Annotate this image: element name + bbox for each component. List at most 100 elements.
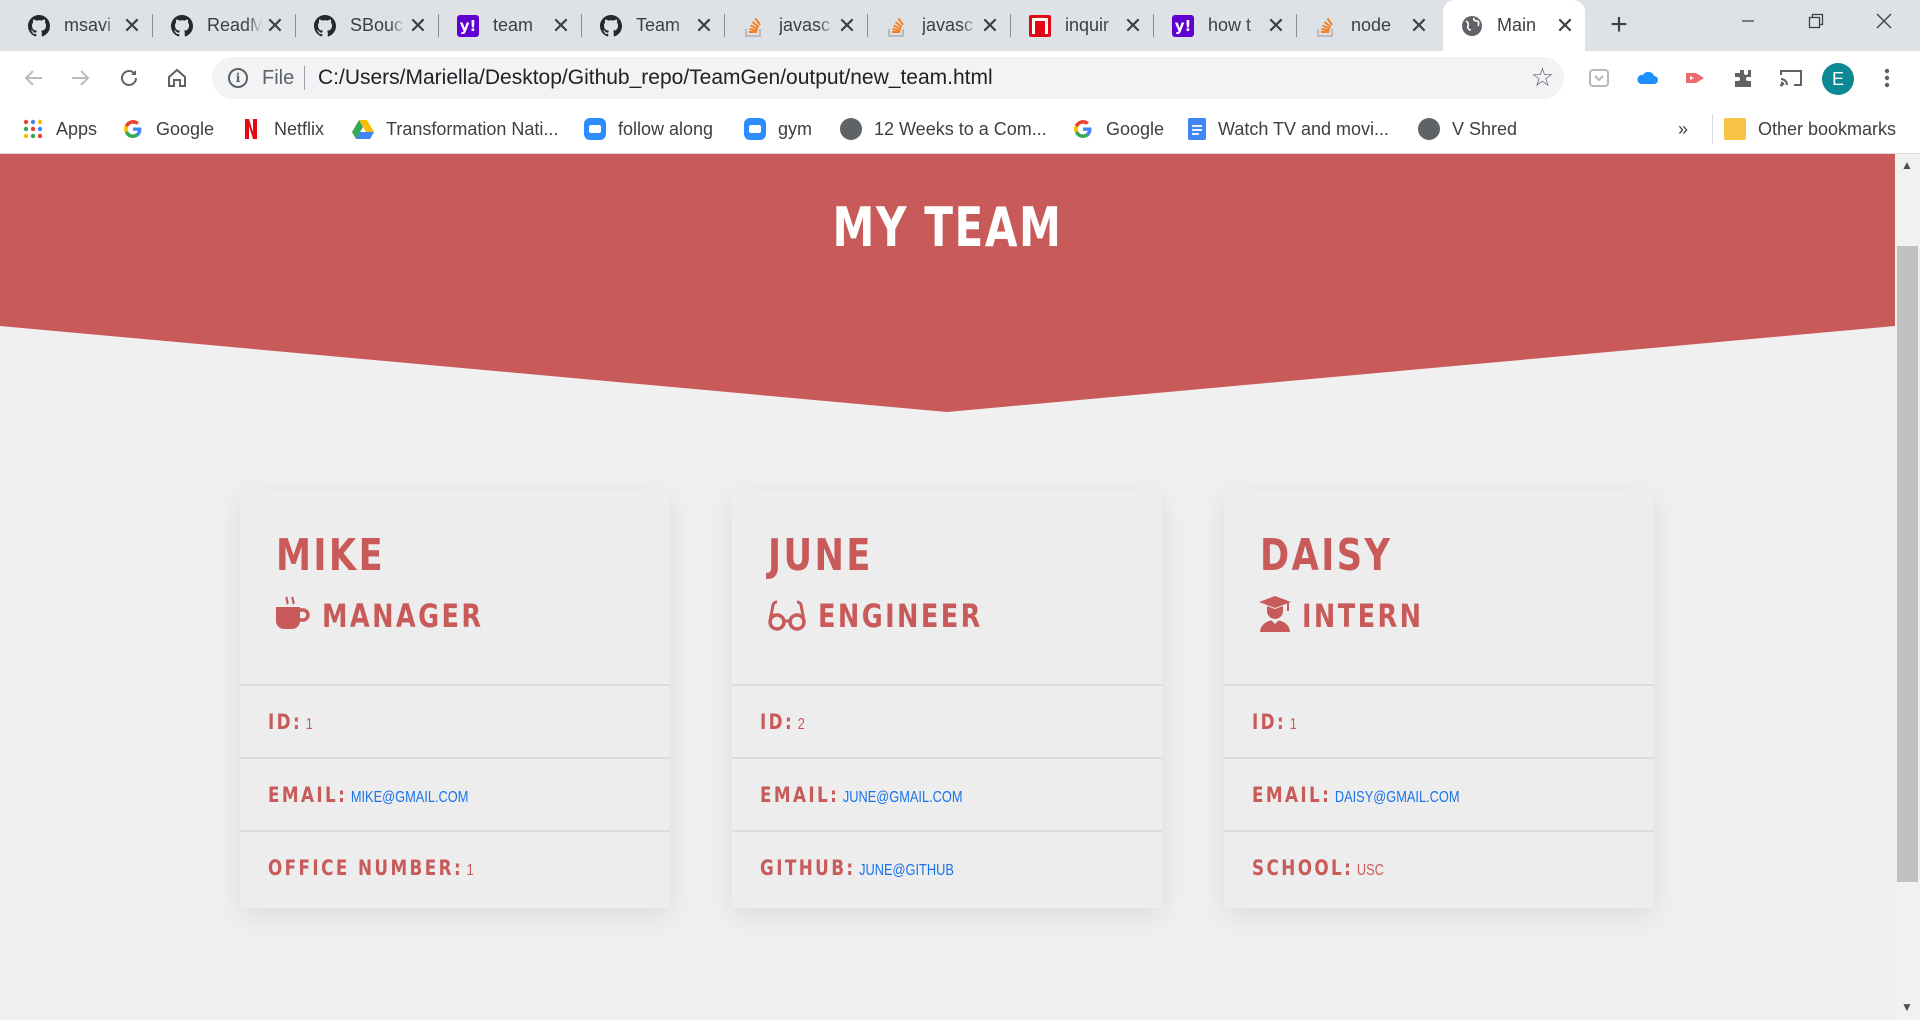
- close-tab-icon[interactable]: ✕: [1553, 13, 1577, 38]
- bookmark-label: V Shred: [1452, 118, 1518, 139]
- github-icon: [171, 14, 193, 37]
- cast-icon[interactable]: [1774, 61, 1808, 95]
- role-label: ENGINEER: [818, 597, 983, 635]
- office-number-value: 1: [466, 862, 474, 879]
- scrollbar-thumb[interactable]: [1897, 246, 1918, 882]
- bookmark-apps[interactable]: Apps: [22, 116, 97, 142]
- bookmark-transformation[interactable]: Transformation Nati...: [352, 116, 558, 142]
- bookmark-star-icon[interactable]: ☆: [1531, 62, 1554, 93]
- url-text[interactable]: C:/Users/Mariella/Desktop/Github_repo/Te…: [318, 66, 993, 90]
- close-tab-icon[interactable]: ✕: [120, 13, 144, 38]
- email-link[interactable]: MIKE@GMAIL.COM: [351, 789, 469, 806]
- tab-strip: msavi ✕ ReadM ✕ SBouc ✕ y! team ✕ Team ✕…: [0, 0, 1920, 51]
- browser-tab[interactable]: javasc ✕: [868, 0, 1011, 51]
- scroll-down-arrow-icon[interactable]: ▼: [1899, 1000, 1915, 1016]
- scheme-label: File: [262, 67, 295, 89]
- close-tab-icon[interactable]: ✕: [1407, 13, 1431, 38]
- glasses-icon: [766, 595, 808, 638]
- forward-icon[interactable]: [64, 61, 98, 95]
- bookmark-google[interactable]: Google: [122, 116, 214, 142]
- bookmark-label: Other bookmarks: [1758, 118, 1897, 139]
- divider: [1712, 114, 1713, 144]
- address-bar[interactable]: i File C:/Users/Mariella/Desktop/Github_…: [212, 57, 1564, 99]
- github-icon: [314, 14, 336, 37]
- reload-icon[interactable]: [112, 61, 146, 95]
- employee-name: DAISY: [1260, 530, 1393, 581]
- bookmark-netflix[interactable]: Netflix: [240, 116, 324, 142]
- employee-card-intern: DAISY INTERN ID: 1 EMAIL: DAISY@GMAIL.CO…: [1224, 490, 1654, 908]
- browser-tab[interactable]: node ✕: [1297, 0, 1439, 51]
- office-number-row: OFFICE NUMBER: 1: [240, 830, 670, 903]
- cloud-extension-icon[interactable]: [1630, 61, 1664, 95]
- other-bookmarks[interactable]: Other bookmarks: [1724, 116, 1896, 142]
- employee-role: INTERN: [1258, 595, 1454, 636]
- bookmark-gym[interactable]: gym: [744, 116, 812, 142]
- close-tab-icon[interactable]: ✕: [978, 13, 1002, 38]
- browser-tab[interactable]: y! how t ✕: [1154, 0, 1297, 51]
- bookmark-google-2[interactable]: Google: [1072, 116, 1164, 142]
- bookmark-watch-tv[interactable]: Watch TV and movi...: [1188, 116, 1389, 142]
- minimize-icon[interactable]: [1720, 0, 1776, 42]
- browser-tab[interactable]: msavi ✕: [10, 0, 153, 51]
- more-menu-icon[interactable]: [1870, 61, 1904, 95]
- id-row: ID: 1: [1224, 684, 1654, 757]
- github-icon: [28, 14, 50, 37]
- browser-tab[interactable]: ReadM ✕: [153, 0, 296, 51]
- globe-icon: [1418, 118, 1440, 140]
- close-window-icon[interactable]: [1856, 0, 1912, 42]
- close-tab-icon[interactable]: ✕: [1264, 13, 1288, 38]
- pocket-extension-icon[interactable]: [1582, 61, 1616, 95]
- employee-role: ENGINEER: [766, 596, 1024, 636]
- close-tab-icon[interactable]: ✕: [549, 13, 573, 38]
- globe-icon: [840, 118, 862, 140]
- id-label: ID:: [1252, 710, 1287, 734]
- bookmark-label: follow along: [618, 118, 714, 139]
- tab-title: ReadM: [207, 15, 263, 35]
- browser-tab[interactable]: y! team ✕: [439, 0, 582, 51]
- email-link[interactable]: DAISY@GMAIL.COM: [1335, 789, 1460, 806]
- tab-title: inquir: [1065, 15, 1110, 35]
- profile-avatar[interactable]: E: [1822, 63, 1854, 95]
- site-info-icon[interactable]: i: [228, 68, 248, 88]
- close-tab-icon[interactable]: ✕: [692, 13, 716, 38]
- extensions-puzzle-icon[interactable]: [1726, 61, 1760, 95]
- tab-title: node: [1351, 15, 1392, 35]
- bookmark-v-shred[interactable]: V Shred: [1418, 116, 1517, 142]
- id-label: ID:: [760, 710, 795, 734]
- home-icon[interactable]: [160, 61, 194, 95]
- stackoverflow-icon: [886, 15, 908, 37]
- bookmark-label: Google: [156, 118, 215, 139]
- browser-tab-active[interactable]: Main ✕: [1443, 0, 1585, 51]
- role-label: MANAGER: [322, 597, 484, 635]
- bookmarks-overflow-chevron[interactable]: »: [1678, 116, 1688, 142]
- close-tab-icon[interactable]: ✕: [835, 13, 859, 38]
- bookmark-label: gym: [778, 118, 813, 139]
- restore-icon[interactable]: [1788, 0, 1844, 42]
- browser-tab[interactable]: javasc ✕: [725, 0, 868, 51]
- github-row: GITHUB: JUNE@GITHUB: [732, 830, 1162, 903]
- bookmark-follow-along[interactable]: follow along: [584, 116, 713, 142]
- bookmark-label: Google: [1106, 118, 1165, 139]
- id-value: 1: [305, 716, 313, 733]
- close-tab-icon[interactable]: ✕: [1121, 13, 1145, 38]
- github-link[interactable]: JUNE@GITHUB: [859, 862, 954, 879]
- back-icon[interactable]: [16, 61, 50, 95]
- new-tab-button[interactable]: +: [1603, 10, 1635, 42]
- close-tab-icon[interactable]: ✕: [406, 13, 430, 38]
- tab-title: javasc: [922, 15, 974, 35]
- bookmark-label: Netflix: [274, 118, 325, 139]
- employee-card-manager: MIKE MANAGER ID: 1 EMAIL: MIKE@GMAIL.COM…: [240, 490, 670, 908]
- browser-tab[interactable]: Team ✕: [582, 0, 725, 51]
- browser-tab[interactable]: inquir ✕: [1011, 0, 1154, 51]
- npm-icon: [1029, 14, 1051, 37]
- tab-title: javasc: [779, 15, 831, 35]
- screencast-extension-icon[interactable]: [1678, 61, 1712, 95]
- scroll-up-arrow-icon[interactable]: ▲: [1899, 158, 1915, 174]
- email-label: EMAIL:: [760, 783, 840, 807]
- close-tab-icon[interactable]: ✕: [263, 13, 287, 38]
- email-link[interactable]: JUNE@GMAIL.COM: [843, 789, 963, 806]
- coffee-mug-icon: [274, 595, 312, 638]
- browser-tab[interactable]: SBouc ✕: [296, 0, 439, 51]
- bookmark-12-weeks[interactable]: 12 Weeks to a Com...: [840, 116, 1047, 142]
- apps-grid-icon: [22, 118, 44, 140]
